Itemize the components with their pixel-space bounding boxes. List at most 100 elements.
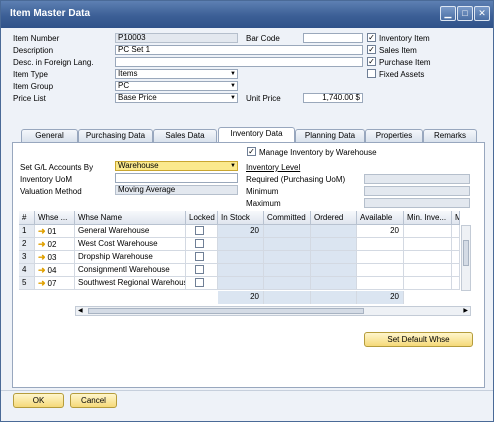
cancel-button[interactable]: Cancel <box>70 393 117 408</box>
tab-general[interactable]: General <box>21 129 78 142</box>
scrollbar-thumb[interactable] <box>463 240 469 266</box>
sales-item-checkbox[interactable]: ✓ <box>367 45 376 54</box>
table-cell[interactable] <box>404 264 452 277</box>
table-cell[interactable] <box>452 264 460 277</box>
link-arrow-icon[interactable]: ➜ <box>38 225 46 237</box>
locked-checkbox[interactable] <box>195 226 204 235</box>
table-cell[interactable] <box>218 238 264 251</box>
table-cell[interactable] <box>264 238 311 251</box>
minimize-icon[interactable]: ▁ <box>440 6 456 21</box>
row-number[interactable]: 3 <box>19 251 35 264</box>
scroll-left-icon[interactable]: ◀ <box>78 307 83 314</box>
gl-accounts-select[interactable]: Warehouse ▼ <box>115 161 238 171</box>
table-cell[interactable] <box>218 251 264 264</box>
col-header-min-inventory[interactable]: Min. Inve... <box>404 211 452 225</box>
locked-cell[interactable] <box>186 251 218 264</box>
table-cell[interactable] <box>357 264 404 277</box>
table-cell[interactable] <box>264 277 311 290</box>
table-cell[interactable] <box>404 225 452 238</box>
table-cell[interactable] <box>311 238 357 251</box>
row-number[interactable]: 2 <box>19 238 35 251</box>
whse-code-cell[interactable]: ➜ 02 <box>35 238 75 251</box>
whse-code-cell[interactable]: ➜ 01 <box>35 225 75 238</box>
item-number-field[interactable]: P10003 <box>115 33 238 43</box>
description-field[interactable]: PC Set 1 <box>115 45 363 55</box>
tab-purchasing-data[interactable]: Purchasing Data <box>78 129 153 142</box>
barcode-field[interactable] <box>303 33 363 43</box>
scroll-right-icon[interactable]: ▶ <box>463 307 468 314</box>
link-arrow-icon[interactable]: ➜ <box>38 277 46 289</box>
locked-checkbox[interactable] <box>195 239 204 248</box>
table-cell[interactable] <box>311 277 357 290</box>
whse-name-cell[interactable]: General Warehouse <box>75 225 186 238</box>
item-group-select[interactable]: PC ▼ <box>115 81 238 91</box>
close-icon[interactable]: ✕ <box>474 6 490 21</box>
table-cell[interactable] <box>404 238 452 251</box>
table-cell[interactable]: 20 <box>218 225 264 238</box>
table-cell[interactable]: 20 <box>357 225 404 238</box>
purchase-item-checkbox[interactable]: ✓ <box>367 57 376 66</box>
whse-code-cell[interactable]: ➜ 04 <box>35 264 75 277</box>
table-cell[interactable] <box>404 277 452 290</box>
ok-button[interactable]: OK <box>13 393 64 408</box>
table-cell[interactable] <box>264 225 311 238</box>
row-number[interactable]: 4 <box>19 264 35 277</box>
table-cell[interactable] <box>311 251 357 264</box>
foreign-desc-field[interactable] <box>115 57 363 67</box>
price-list-select[interactable]: Base Price ▼ <box>115 93 238 103</box>
maximize-icon[interactable]: □ <box>457 6 473 21</box>
fixed-assets-checkbox[interactable] <box>367 69 376 78</box>
table-cell[interactable] <box>218 277 264 290</box>
whse-name-cell[interactable]: Southwest Regional Warehouse <box>75 277 186 290</box>
table-cell[interactable] <box>311 264 357 277</box>
item-type-select[interactable]: Items ▼ <box>115 69 238 79</box>
col-header-in-stock[interactable]: In Stock <box>218 211 264 225</box>
whse-name-cell[interactable]: Consignmentl Warehouse <box>75 264 186 277</box>
title-bar[interactable]: Item Master Data ▁ □ ✕ <box>1 1 493 28</box>
col-header-m[interactable]: M <box>452 211 460 225</box>
whse-name-cell[interactable]: Dropship Warehouse <box>75 251 186 264</box>
table-cell[interactable] <box>404 251 452 264</box>
horizontal-scrollbar[interactable]: ◀ ▶ <box>75 306 471 316</box>
whse-name-cell[interactable]: West Cost Warehouse <box>75 238 186 251</box>
vertical-scrollbar[interactable] <box>461 225 471 291</box>
table-cell[interactable] <box>264 264 311 277</box>
tab-planning-data[interactable]: Planning Data <box>295 129 365 142</box>
whse-code-cell[interactable]: ➜ 03 <box>35 251 75 264</box>
col-header-locked[interactable]: Locked <box>186 211 218 225</box>
table-cell[interactable] <box>311 225 357 238</box>
locked-checkbox[interactable] <box>195 278 204 287</box>
locked-checkbox[interactable] <box>195 252 204 261</box>
tab-inventory-data[interactable]: Inventory Data <box>218 127 295 143</box>
col-header-whse-code[interactable]: Whse ... <box>35 211 75 225</box>
col-header-available[interactable]: Available <box>357 211 404 225</box>
scrollbar-thumb[interactable] <box>88 308 364 314</box>
manage-by-warehouse-checkbox[interactable]: ✓ <box>247 147 256 156</box>
locked-cell[interactable] <box>186 225 218 238</box>
row-number[interactable]: 1 <box>19 225 35 238</box>
tab-properties[interactable]: Properties <box>365 129 423 142</box>
link-arrow-icon[interactable]: ➜ <box>38 264 46 276</box>
table-cell[interactable] <box>452 277 460 290</box>
col-header-number[interactable]: # <box>19 211 35 225</box>
set-default-whse-button[interactable]: Set Default Whse <box>364 332 473 347</box>
tab-remarks[interactable]: Remarks <box>423 129 477 142</box>
table-cell[interactable] <box>357 251 404 264</box>
col-header-ordered[interactable]: Ordered <box>311 211 357 225</box>
locked-cell[interactable] <box>186 264 218 277</box>
table-cell[interactable] <box>452 238 460 251</box>
inventory-item-checkbox[interactable]: ✓ <box>367 33 376 42</box>
inventory-uom-field[interactable] <box>115 173 238 183</box>
link-arrow-icon[interactable]: ➜ <box>38 238 46 250</box>
tab-sales-data[interactable]: Sales Data <box>153 129 217 142</box>
table-cell[interactable] <box>452 251 460 264</box>
locked-checkbox[interactable] <box>195 265 204 274</box>
row-number[interactable]: 5 <box>19 277 35 290</box>
table-cell[interactable] <box>452 225 460 238</box>
col-header-whse-name[interactable]: Whse Name <box>75 211 186 225</box>
table-cell[interactable] <box>264 251 311 264</box>
table-cell[interactable] <box>218 264 264 277</box>
whse-code-cell[interactable]: ➜ 07 <box>35 277 75 290</box>
col-header-committed[interactable]: Committed <box>264 211 311 225</box>
locked-cell[interactable] <box>186 238 218 251</box>
